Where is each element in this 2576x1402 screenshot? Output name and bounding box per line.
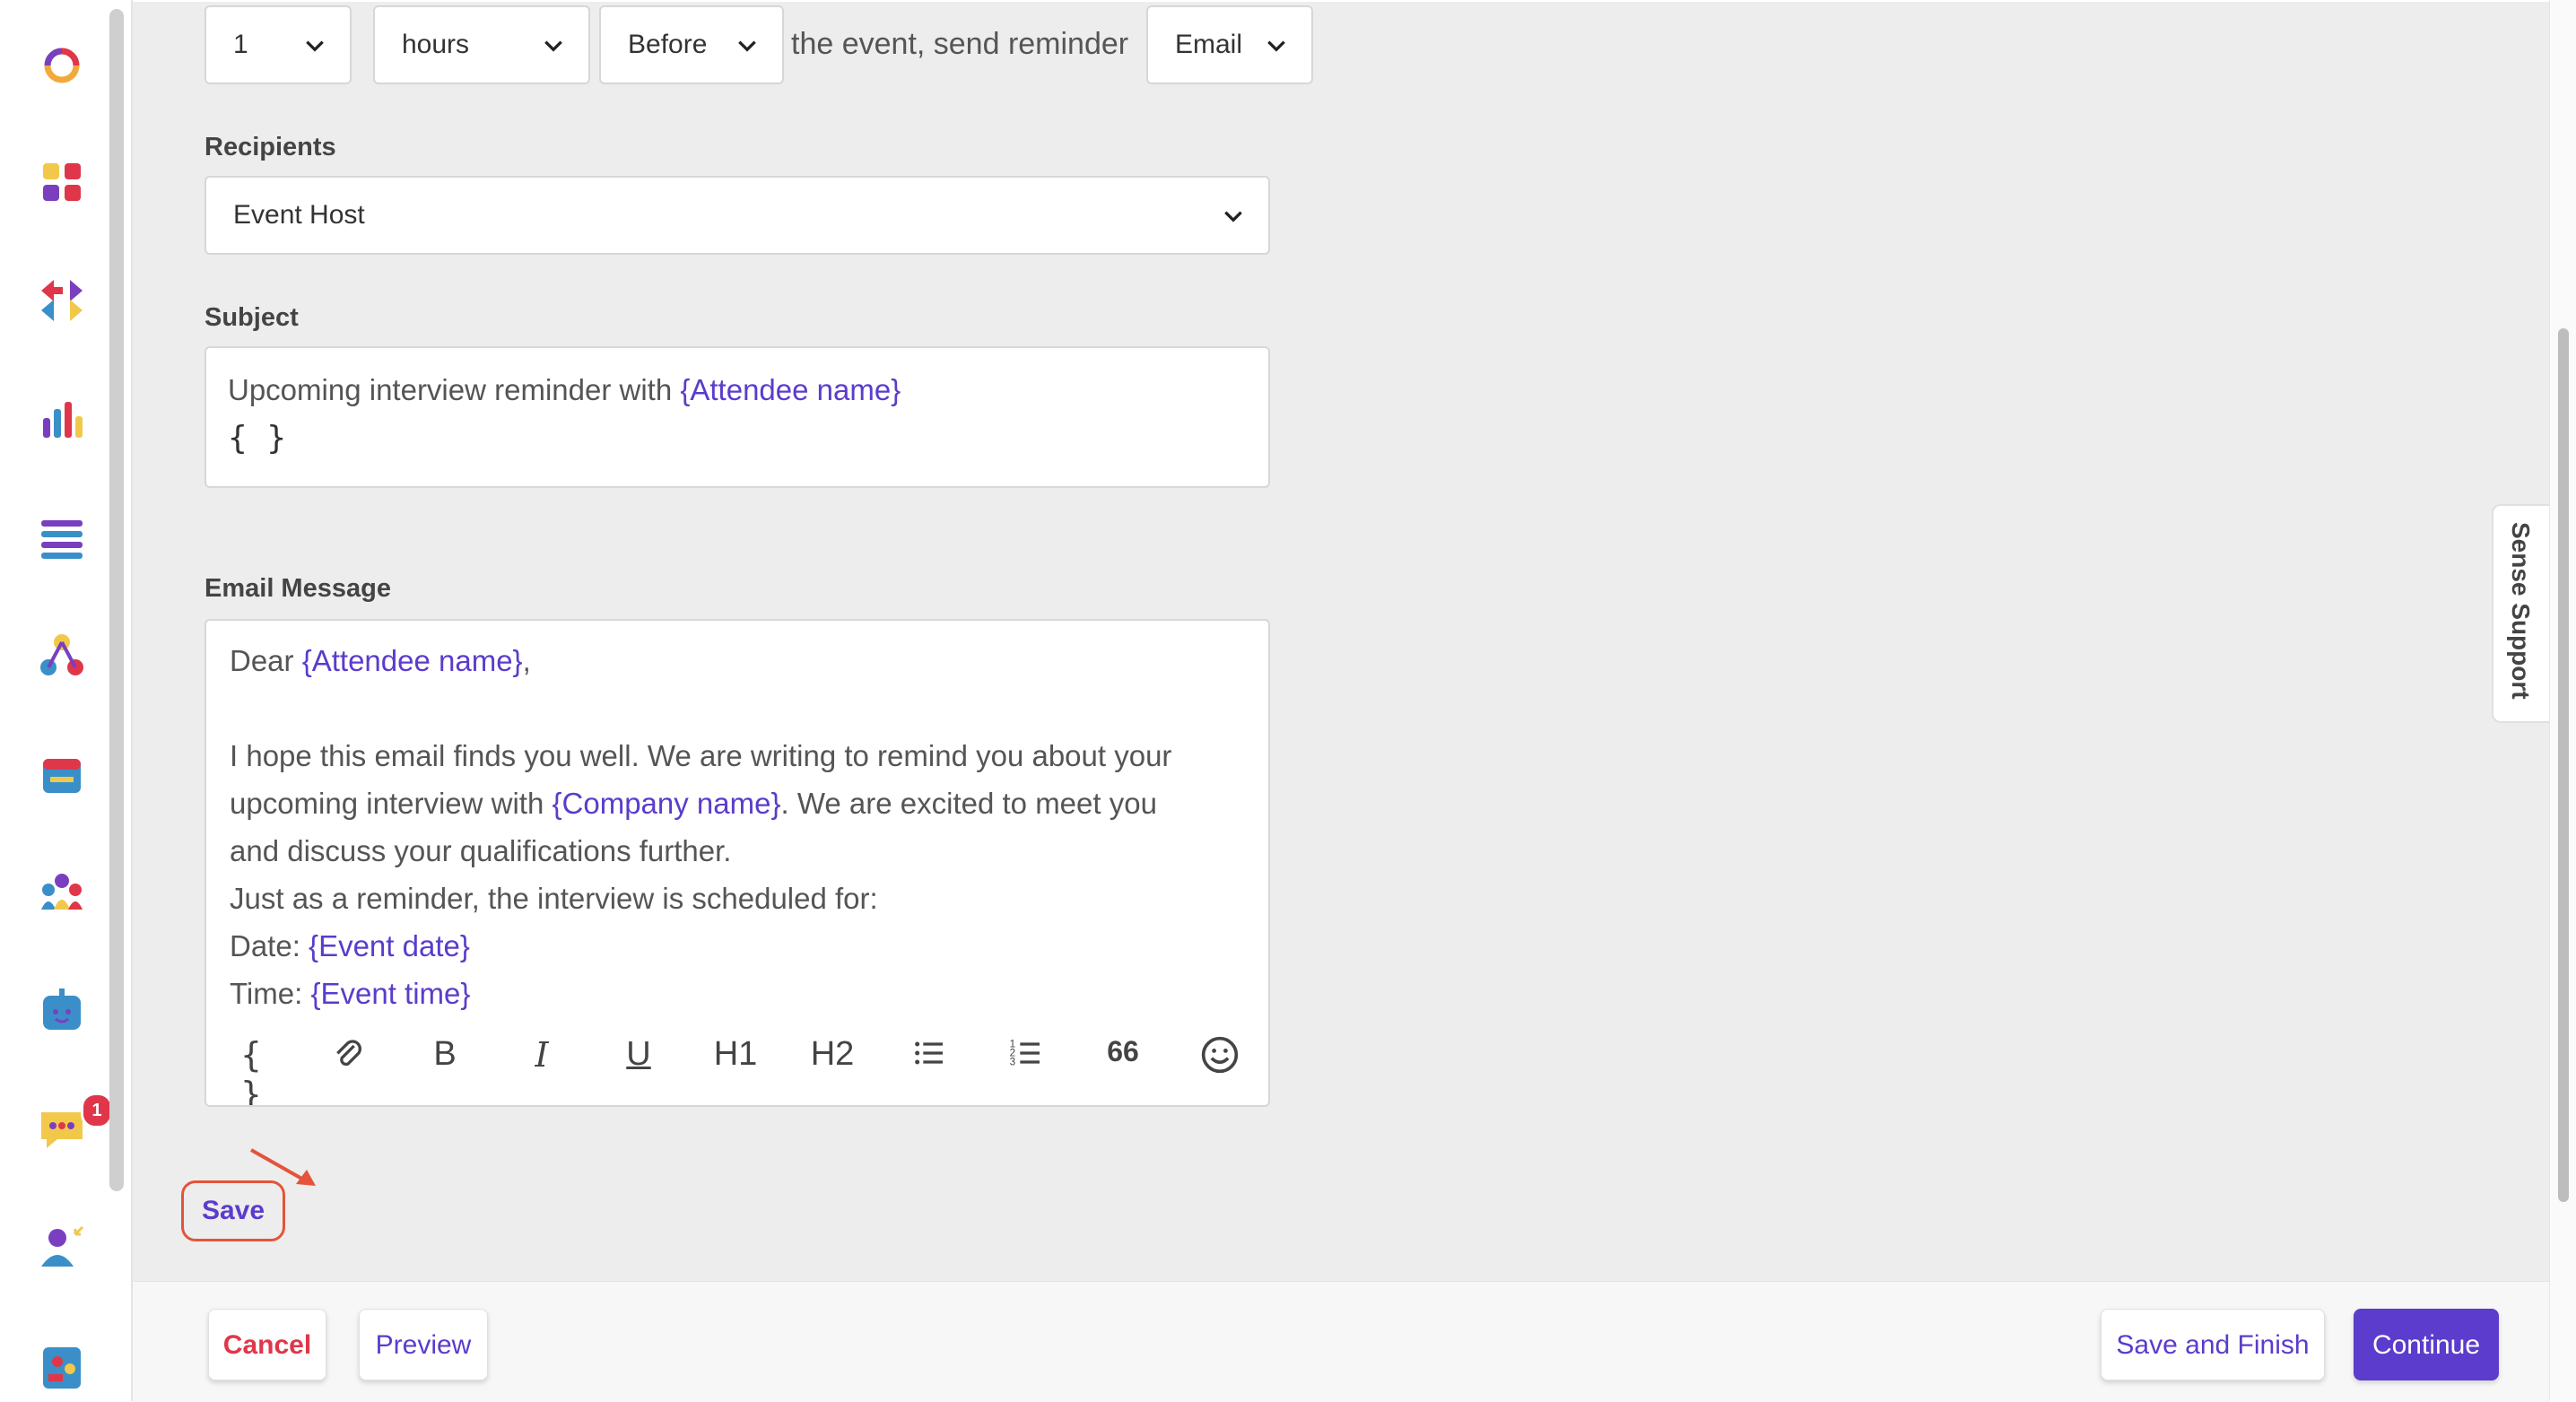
- sense-support-label: Sense Support: [2507, 522, 2535, 700]
- user-transfer-icon[interactable]: [36, 1222, 88, 1274]
- reminder-connector-text: the event, send reminder: [791, 27, 1129, 61]
- email-message-line: upcoming interview with {Company name}. …: [230, 787, 1157, 820]
- reminder-timing-value: Before: [628, 30, 708, 59]
- message-token: {Event date}: [309, 929, 470, 962]
- chevron-down-icon: [738, 40, 756, 52]
- team-icon[interactable]: [36, 866, 88, 919]
- italic-button[interactable]: I: [515, 1035, 569, 1075]
- email-message-line: Date: {Event date}: [230, 929, 470, 962]
- chevron-down-icon: [1267, 40, 1285, 52]
- bold-button[interactable]: B: [418, 1035, 472, 1074]
- insert-variable-button[interactable]: { }: [224, 1035, 278, 1105]
- reminder-unit-select[interactable]: hours: [373, 5, 590, 84]
- email-message-line: and discuss your qualifications further.: [230, 834, 732, 867]
- emoji-icon[interactable]: [1193, 1035, 1247, 1084]
- calendar-icon[interactable]: [36, 748, 88, 800]
- subject-input[interactable]: Upcoming interview reminder with {Attend…: [205, 346, 1270, 488]
- message-token: {Event time}: [310, 977, 471, 1010]
- chatbot-icon[interactable]: [36, 985, 88, 1037]
- notification-badge: 1: [81, 1093, 113, 1128]
- reminder-unit-value: hours: [402, 30, 470, 59]
- chevron-down-icon: [1224, 211, 1242, 222]
- email-message-line: Dear {Attendee name},: [230, 644, 531, 677]
- list-icon[interactable]: [36, 511, 88, 563]
- email-message-line: I hope this email finds you well. We are…: [230, 739, 1172, 772]
- subject-label: Subject: [205, 303, 299, 332]
- insert-variable-icon[interactable]: { }: [228, 420, 286, 457]
- recipients-label: Recipients: [205, 133, 336, 161]
- sense-support-tab[interactable]: Sense Support: [2492, 504, 2549, 723]
- reminder-channel-select[interactable]: Email: [1146, 5, 1313, 84]
- rail-scrollbar[interactable]: [109, 9, 124, 1191]
- heading1-button[interactable]: H1: [709, 1035, 762, 1074]
- reminder-amount-value: 1: [233, 30, 248, 59]
- contacts-icon[interactable]: [36, 1340, 88, 1392]
- analytics-icon[interactable]: [36, 393, 88, 445]
- quote-button[interactable]: 66: [1096, 1035, 1150, 1068]
- bullet-list-icon[interactable]: [902, 1035, 956, 1080]
- message-token: {Company name}: [552, 787, 781, 820]
- save-and-finish-button[interactable]: Save and Finish: [2101, 1309, 2325, 1380]
- subject-token: {Attendee name}: [680, 373, 901, 406]
- left-nav-rail: 1: [0, 0, 133, 1401]
- numbered-list-icon[interactable]: 123: [999, 1035, 1053, 1080]
- svg-text:3: 3: [1010, 1056, 1015, 1067]
- save-button[interactable]: Save: [181, 1180, 285, 1241]
- heading2-button[interactable]: H2: [805, 1035, 859, 1074]
- reminder-channel-value: Email: [1175, 30, 1243, 59]
- underline-button[interactable]: U: [612, 1035, 666, 1074]
- email-message-label: Email Message: [205, 574, 391, 603]
- chevron-down-icon: [306, 40, 324, 52]
- integrations-icon[interactable]: [36, 274, 88, 327]
- app-logo-icon[interactable]: [36, 39, 88, 91]
- reminder-timing-select[interactable]: Before: [599, 5, 784, 84]
- page-scrollbar-thumb[interactable]: [2558, 328, 2569, 1202]
- message-token: {Attendee name}: [301, 644, 523, 677]
- dashboard-icon[interactable]: [36, 156, 88, 208]
- email-message-body[interactable]: Dear {Attendee name}, I hope this email f…: [206, 621, 1268, 1015]
- preview-button[interactable]: Preview: [359, 1309, 488, 1380]
- email-message-line: Just as a reminder, the interview is sch…: [230, 882, 878, 915]
- chevron-down-icon: [544, 40, 562, 52]
- footer-bar: Cancel Preview Save and Finish Continue: [133, 1281, 2549, 1402]
- continue-button[interactable]: Continue: [2354, 1309, 2499, 1380]
- recipients-select[interactable]: Event Host: [205, 176, 1270, 255]
- attach-icon[interactable]: [321, 1035, 375, 1084]
- subject-text: Upcoming interview reminder with {Attend…: [228, 373, 901, 406]
- recipients-value: Event Host: [233, 200, 365, 230]
- reminder-amount-select[interactable]: 1: [205, 5, 352, 84]
- email-message-line: Time: {Event time}: [230, 977, 471, 1010]
- email-message-editor[interactable]: Dear {Attendee name}, I hope this email f…: [205, 619, 1270, 1107]
- workflow-icon[interactable]: [36, 630, 88, 682]
- reminder-form: 1 hours Before the event, send reminder …: [133, 2, 2549, 1281]
- cancel-button[interactable]: Cancel: [208, 1309, 326, 1380]
